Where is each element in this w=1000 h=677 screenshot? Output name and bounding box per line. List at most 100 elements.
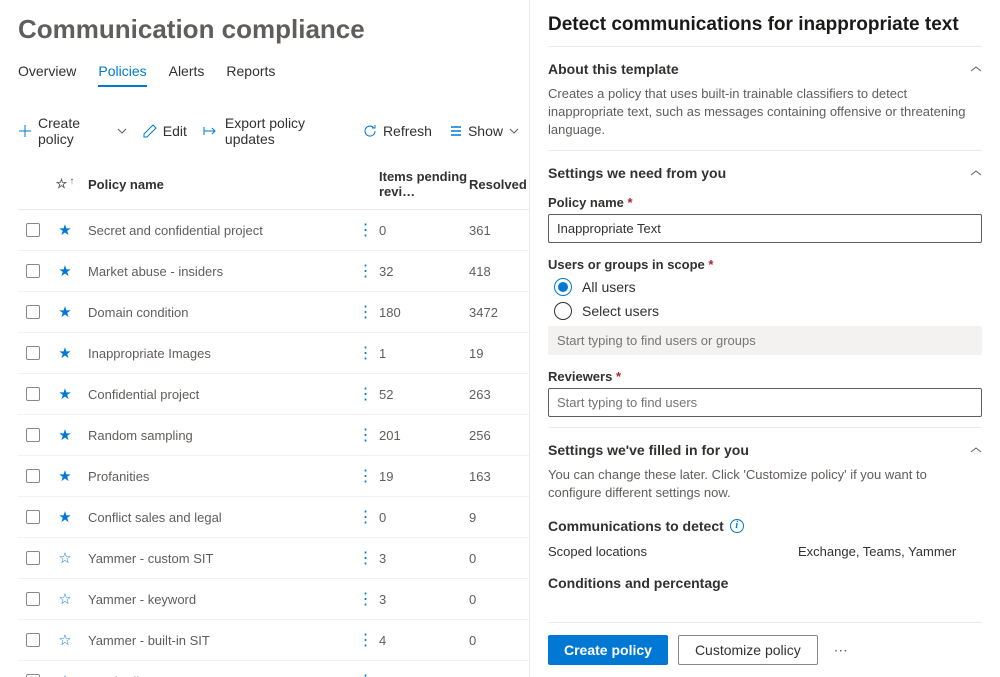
- table-row[interactable]: ☆Yammer - custom SIT⋮30: [18, 538, 529, 579]
- resolved-cell: 256: [469, 428, 529, 443]
- table-row[interactable]: ★Inappropriate Images⋮119: [18, 333, 529, 374]
- pending-cell: 180: [379, 305, 469, 320]
- row-checkbox[interactable]: [26, 223, 40, 237]
- policy-name-input[interactable]: [548, 214, 982, 243]
- row-checkbox[interactable]: [26, 428, 40, 442]
- resolved-cell: 9: [469, 510, 529, 525]
- row-checkbox[interactable]: [26, 305, 40, 319]
- tab-reports[interactable]: Reports: [226, 63, 275, 87]
- star-filled-icon[interactable]: ★: [58, 344, 71, 362]
- star-filled-icon[interactable]: ★: [58, 262, 71, 280]
- pending-cell: 3: [379, 551, 469, 566]
- star-column-header[interactable]: ☆↑: [48, 176, 82, 192]
- pending-cell: 19: [379, 469, 469, 484]
- row-menu-button[interactable]: ⋮: [358, 345, 373, 362]
- edit-button[interactable]: Edit: [143, 123, 187, 139]
- show-button[interactable]: Show: [448, 123, 519, 139]
- pending-cell: 4: [379, 633, 469, 648]
- about-heading: About this template: [548, 61, 679, 77]
- sort-arrow-icon: ↑: [69, 176, 74, 192]
- table-row[interactable]: ★Domain condition⋮1803472: [18, 292, 529, 333]
- export-label: Export policy updates: [225, 115, 347, 147]
- table-body: ★Secret and confidential project⋮0361★Ma…: [18, 210, 529, 677]
- chevron-up-icon: [970, 169, 982, 177]
- row-menu-button[interactable]: ⋮: [358, 468, 373, 485]
- section-settings-needed: Settings we need from you Policy name * …: [548, 150, 982, 427]
- needed-heading: Settings we need from you: [548, 165, 726, 181]
- policy-name-cell: Secret and confidential project: [82, 223, 351, 238]
- row-checkbox[interactable]: [26, 551, 40, 565]
- row-menu-button[interactable]: ⋮: [358, 222, 373, 239]
- table-header: ☆↑ Policy name Items pending revi… Resol…: [18, 163, 529, 210]
- refresh-button[interactable]: Refresh: [363, 123, 432, 139]
- table-row[interactable]: ★Confidential project⋮52263: [18, 374, 529, 415]
- star-outline-icon: ☆: [56, 176, 68, 192]
- customize-policy-button[interactable]: Customize policy: [678, 635, 818, 665]
- row-menu-button[interactable]: ⋮: [358, 386, 373, 403]
- radio-select-users[interactable]: Select users: [554, 302, 982, 320]
- col-resolved[interactable]: Resolved: [469, 177, 529, 192]
- row-checkbox[interactable]: [26, 264, 40, 278]
- row-checkbox[interactable]: [26, 633, 40, 647]
- about-desc: Creates a policy that uses built-in trai…: [548, 85, 982, 140]
- tab-alerts[interactable]: Alerts: [169, 63, 205, 87]
- star-outline-icon[interactable]: ☆: [58, 590, 71, 608]
- col-pending[interactable]: Items pending revi…: [379, 169, 469, 199]
- table-row[interactable]: ☆Yammer - keyword⋮30: [18, 579, 529, 620]
- pending-cell: 6: [379, 674, 469, 677]
- table-row[interactable]: ★Random sampling⋮201256: [18, 415, 529, 456]
- row-checkbox[interactable]: [26, 469, 40, 483]
- table-row[interactable]: ☆ Yammer - built-in SIT ⋮ 40: [18, 620, 529, 661]
- tab-policies[interactable]: Policies: [98, 63, 146, 87]
- table-row[interactable]: ★Conflict sales and legal⋮09: [18, 497, 529, 538]
- star-filled-icon[interactable]: ★: [58, 385, 71, 403]
- tabs: Overview Policies Alerts Reports: [18, 63, 529, 87]
- row-menu-button[interactable]: ⋮: [358, 427, 373, 444]
- row-checkbox[interactable]: [26, 592, 40, 606]
- row-menu-button[interactable]: ⋮: [358, 632, 373, 649]
- star-outline-icon[interactable]: ☆: [58, 549, 71, 567]
- section-about-header[interactable]: About this template: [548, 61, 982, 77]
- row-menu-button[interactable]: ⋮: [358, 304, 373, 321]
- section-needed-header[interactable]: Settings we need from you: [548, 165, 982, 181]
- command-bar: Create policy Edit Export policy updates…: [18, 115, 529, 147]
- row-menu-button[interactable]: ⋮: [358, 550, 373, 567]
- star-outline-icon[interactable]: ☆: [58, 631, 71, 649]
- star-outline-icon[interactable]: ☆: [58, 672, 71, 677]
- star-filled-icon[interactable]: ★: [58, 508, 71, 526]
- star-filled-icon[interactable]: ★: [58, 303, 71, 321]
- table-row[interactable]: ☆Catch All Yammer⋮60: [18, 661, 529, 677]
- info-icon[interactable]: i: [730, 519, 744, 533]
- more-actions-button[interactable]: ⋯: [828, 642, 854, 659]
- table-row[interactable]: ★Profanities⋮19163: [18, 456, 529, 497]
- section-filled-header[interactable]: Settings we've filled in for you: [548, 442, 982, 458]
- star-filled-icon[interactable]: ★: [58, 221, 71, 239]
- row-menu-button[interactable]: ⋮: [358, 673, 373, 677]
- export-icon: [203, 124, 219, 138]
- opt-select-label: Select users: [582, 303, 659, 319]
- refresh-icon: [363, 124, 377, 138]
- tab-overview[interactable]: Overview: [18, 63, 76, 87]
- star-filled-icon[interactable]: ★: [58, 467, 71, 485]
- list-icon: [448, 124, 462, 138]
- table-row[interactable]: ★Secret and confidential project⋮0361: [18, 210, 529, 251]
- row-checkbox[interactable]: [26, 346, 40, 360]
- radio-all-users[interactable]: All users: [554, 278, 982, 296]
- table-row[interactable]: ★Market abuse - insiders⋮32418: [18, 251, 529, 292]
- star-filled-icon[interactable]: ★: [58, 426, 71, 444]
- policy-name-cell: Random sampling: [82, 428, 351, 443]
- create-policy-button[interactable]: Create policy: [18, 115, 127, 147]
- create-policy-submit-button[interactable]: Create policy: [548, 635, 668, 665]
- row-checkbox[interactable]: [26, 387, 40, 401]
- row-menu-button[interactable]: ⋮: [358, 509, 373, 526]
- row-menu-button[interactable]: ⋮: [358, 263, 373, 280]
- reviewers-input[interactable]: [548, 388, 982, 417]
- row-menu-button[interactable]: ⋮: [358, 591, 373, 608]
- policy-name-cell: Yammer - built-in SIT: [82, 633, 351, 648]
- row-checkbox[interactable]: [26, 510, 40, 524]
- resolved-cell: 0: [469, 674, 529, 677]
- export-button[interactable]: Export policy updates: [203, 115, 347, 147]
- resolved-cell: 263: [469, 387, 529, 402]
- col-policy-name[interactable]: Policy name: [82, 177, 351, 192]
- resolved-cell: 0: [469, 633, 529, 648]
